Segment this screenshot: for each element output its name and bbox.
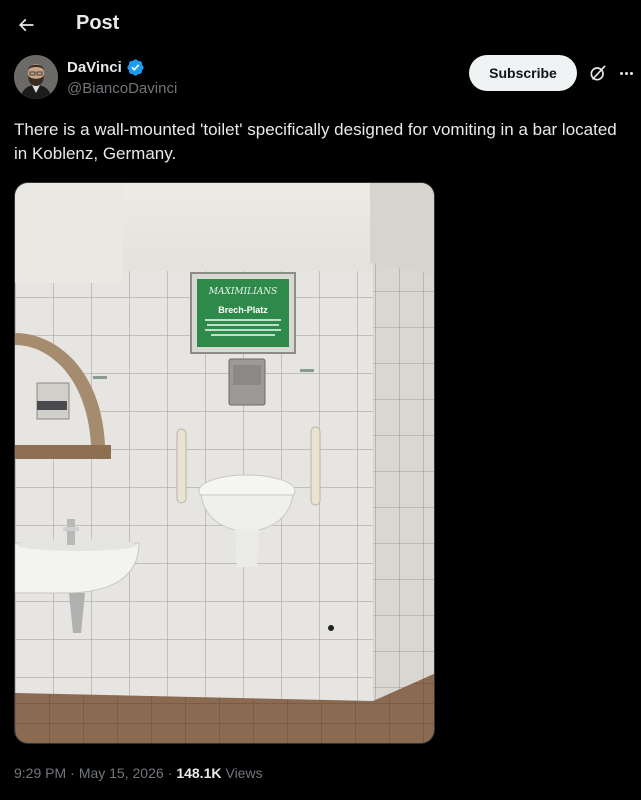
author-name-line[interactable]: DaVinci: [67, 58, 145, 77]
post-date[interactable]: May 15, 2026: [79, 765, 164, 781]
more-options-icon[interactable]: [616, 63, 636, 83]
page-title: Post: [76, 12, 120, 34]
grok-icon[interactable]: [588, 63, 608, 83]
sign-brand: MAXIMILIANS: [208, 287, 278, 297]
subscribe-button[interactable]: Subscribe: [469, 55, 577, 91]
verified-badge-icon: [127, 59, 144, 76]
post-meta: 9:29 PM · May 15, 2026 · 148.1K Views: [14, 765, 263, 781]
meta-separator: ·: [70, 765, 75, 781]
back-button[interactable]: [10, 9, 42, 41]
views-count: 148.1K: [176, 765, 222, 781]
arrow-left-icon: [18, 18, 34, 32]
display-name[interactable]: DaVinci: [67, 59, 122, 76]
top-bar: Post: [0, 0, 641, 50]
post-image[interactable]: MAXIMILIANS Brech-Platz: [14, 182, 435, 744]
meta-separator-2: ·: [167, 765, 173, 781]
post-time[interactable]: 9:29 PM: [14, 765, 66, 781]
views-label: Views: [225, 765, 263, 781]
avatar[interactable]: [14, 55, 58, 99]
sign-title: Brech-Platz: [218, 305, 268, 315]
post-author: DaVinci @BiancoDavinci Subscribe: [14, 55, 634, 101]
author-handle[interactable]: @BiancoDavinci: [67, 80, 177, 97]
post-text: There is a wall-mounted 'toilet' specifi…: [14, 120, 617, 163]
